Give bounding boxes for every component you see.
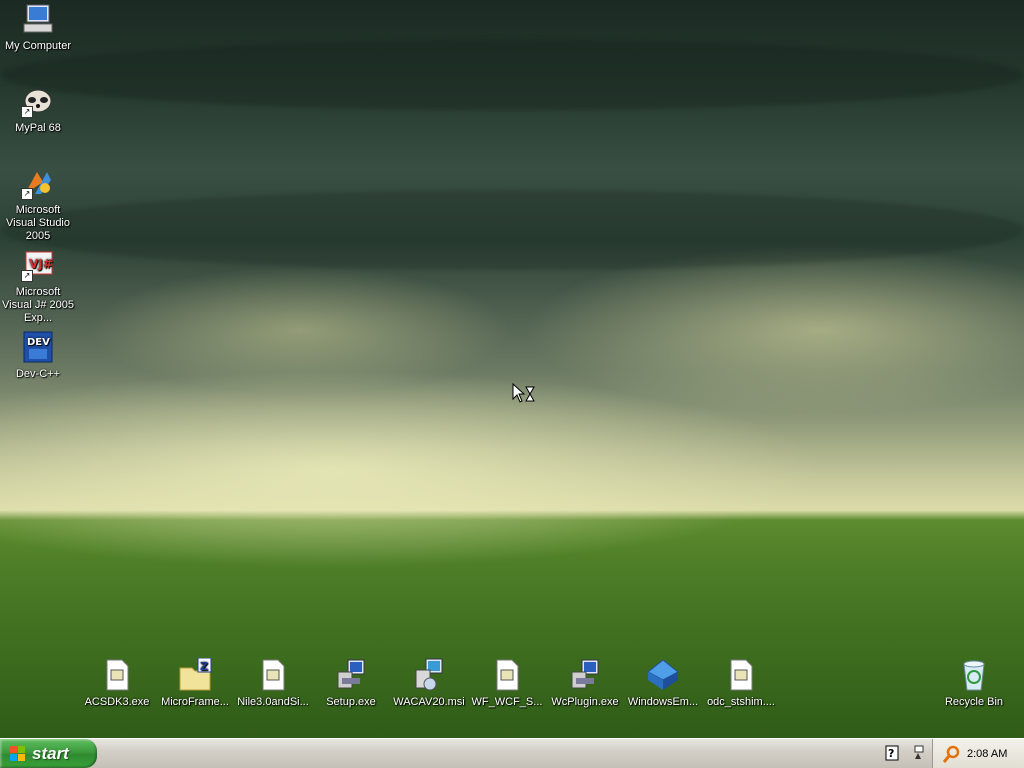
desktop-icon-devcpp[interactable]: DEV Dev-C++: [0, 330, 76, 381]
taskbar: start ? 2:08 AM: [0, 738, 1024, 768]
desktop-icon-label: MicroFrame...: [161, 696, 229, 708]
devcpp-icon: DEV: [21, 330, 55, 364]
busy-cursor-icon: [512, 382, 536, 405]
desktop-icon-label: WindowsEm...: [627, 696, 699, 708]
visual-jsharp-icon: VJ# ↗: [21, 248, 55, 282]
svg-text:Z: Z: [200, 660, 208, 673]
svg-text:?: ?: [888, 747, 894, 760]
computer-icon: [21, 2, 55, 36]
desktop-icon-label: WF_WCF_S...: [471, 696, 543, 708]
windows-flag-icon: [10, 745, 26, 762]
desktop-icon-label: Nile3.0andSi...: [237, 696, 309, 708]
desktop-icon-acsdk3[interactable]: ACSDK3.exe: [79, 658, 155, 709]
desktop-icon-label: My Computer: [4, 40, 72, 52]
desktop-icon-label: WACAV20.msi: [393, 696, 465, 708]
desktop-icon-microframework[interactable]: Z MicroFrame...: [157, 657, 233, 709]
desktop-icon-my-computer[interactable]: My Computer: [0, 2, 76, 53]
system-tray: 2:08 AM: [932, 739, 1024, 768]
desktop-icon-label: WcPlugin.exe: [551, 696, 619, 708]
desktop-icon-label: MyPal 68: [15, 122, 61, 134]
desktop-icon-wacav20[interactable]: WACAV20.msi: [391, 658, 467, 709]
start-button[interactable]: start: [0, 739, 97, 768]
svg-text:DEV: DEV: [27, 337, 50, 348]
recycle-bin-icon: [957, 658, 991, 692]
desktop-icon-odc-stshim[interactable]: odc_stshim....: [703, 658, 779, 709]
desktop-icon-label: odc_stshim....: [707, 696, 775, 708]
exe-file-icon: [490, 658, 524, 692]
desktop-background[interactable]: My Computer ↗ MyPal 68 ↗ Microsoft Visua…: [0, 0, 1024, 738]
exe-file-icon: [256, 658, 290, 692]
desktop-icon-label: ACSDK3.exe: [84, 696, 150, 708]
raccoon-icon: ↗: [21, 84, 55, 118]
exe-file-icon: [100, 658, 134, 692]
network-icon[interactable]: [910, 744, 926, 762]
desktop-icon-wcplugin[interactable]: WcPlugin.exe: [547, 658, 623, 709]
desktop-icon-label: Setup.exe: [326, 696, 376, 708]
search-icon[interactable]: [942, 745, 961, 763]
desktop-icon-setup[interactable]: Setup.exe: [313, 658, 389, 709]
desktop-icon-nile[interactable]: Nile3.0andSi...: [235, 658, 311, 709]
zip-folder-icon: Z: [178, 657, 212, 692]
notification-icons: ?: [884, 744, 926, 762]
msi-installer-icon: [412, 658, 446, 692]
shortcut-arrow-icon: ↗: [21, 188, 33, 200]
svg-text:VJ#: VJ#: [29, 257, 53, 271]
cloud-decoration: [0, 190, 1024, 270]
desktop-icon-label: Dev-C++: [15, 368, 61, 380]
visual-studio-icon: ↗: [21, 166, 55, 200]
shortcut-arrow-icon: ↗: [21, 270, 33, 282]
desktop-icon-windowsem[interactable]: WindowsEm...: [625, 658, 701, 709]
blue-diamond-icon: [646, 658, 680, 692]
help-icon[interactable]: ?: [884, 744, 900, 762]
exe-file-icon: [724, 658, 758, 692]
desktop-icon-visual-studio[interactable]: ↗ Microsoft Visual Studio 2005: [0, 166, 76, 243]
cloud-decoration: [0, 40, 1024, 110]
clock[interactable]: 2:08 AM: [967, 748, 1007, 760]
desktop-icon-label: Recycle Bin: [944, 696, 1004, 708]
shortcut-arrow-icon: ↗: [21, 106, 33, 118]
desktop-icon-wf-wcf[interactable]: WF_WCF_S...: [469, 658, 545, 709]
start-label: start: [32, 743, 69, 763]
setup-icon: [334, 658, 368, 692]
desktop-icon-label: Microsoft Visual Studio 2005: [5, 204, 70, 242]
desktop-icon-label: Microsoft Visual J# 2005 Exp...: [2, 286, 74, 324]
setup-icon: [568, 658, 602, 692]
desktop-icon-mypal[interactable]: ↗ MyPal 68: [0, 84, 76, 135]
desktop-icon-visual-jsharp[interactable]: VJ# ↗ Microsoft Visual J# 2005 Exp...: [0, 248, 76, 325]
desktop-icon-recycle-bin[interactable]: Recycle Bin: [936, 658, 1012, 709]
